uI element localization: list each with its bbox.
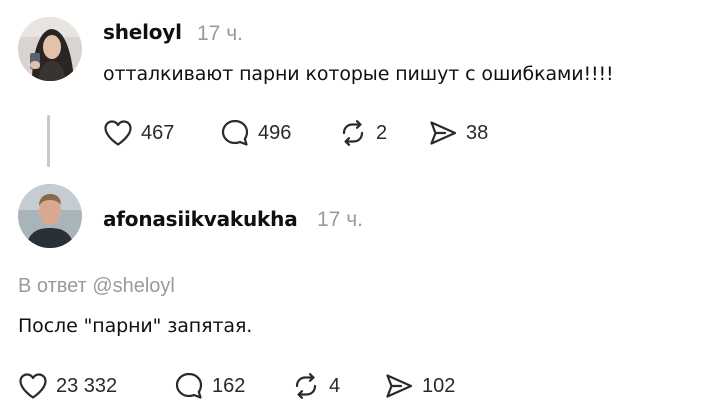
- post-text: отталкивают парни которые пишут с ошибка…: [103, 63, 614, 85]
- reply-timestamp: 17 ч.: [317, 208, 363, 231]
- reply-like-button[interactable]: 23 332: [18, 371, 117, 401]
- repost-icon: [295, 373, 317, 399]
- reply-author-username[interactable]: afonasiikvakukha: [103, 207, 298, 231]
- heart-icon: [104, 120, 132, 146]
- reply-repost-button[interactable]: 4: [291, 371, 340, 401]
- post-share-count: 38: [466, 121, 489, 144]
- reply-comment-count: 162: [212, 374, 246, 397]
- avatar-photo-female: [18, 17, 82, 81]
- send-icon: [430, 121, 457, 145]
- comment-bubble-icon: [175, 372, 203, 399]
- reply-to-label[interactable]: В ответ @sheloyl: [18, 275, 175, 298]
- repost-icon: [342, 120, 364, 146]
- reply-author-avatar[interactable]: [18, 184, 82, 248]
- post-author-username[interactable]: sheloyl: [103, 20, 182, 44]
- reply-repost-count: 4: [329, 374, 341, 397]
- heart-icon: [19, 373, 47, 399]
- post-comment-button[interactable]: 496: [220, 118, 291, 148]
- comment-bubble-icon: [221, 119, 249, 146]
- post-repost-count: 2: [376, 121, 388, 144]
- post-author-avatar[interactable]: [18, 17, 82, 81]
- reply-text: После "парни" запятая.: [18, 315, 253, 337]
- send-icon: [386, 374, 413, 398]
- post-timestamp: 17 ч.: [197, 22, 243, 45]
- post-like-button[interactable]: 467: [103, 118, 174, 148]
- reply-share-count: 102: [422, 374, 456, 397]
- avatar-photo-male: [18, 184, 82, 248]
- post-repost-button[interactable]: 2: [338, 118, 387, 148]
- reply-like-count: 23 332: [56, 374, 118, 397]
- post-like-count: 467: [141, 121, 175, 144]
- post-comment-count: 496: [258, 121, 292, 144]
- thread-connector-line: [47, 115, 50, 167]
- reply-share-button[interactable]: 102: [384, 371, 455, 401]
- reply-comment-button[interactable]: 162: [174, 371, 245, 401]
- post-share-button[interactable]: 38: [428, 118, 488, 148]
